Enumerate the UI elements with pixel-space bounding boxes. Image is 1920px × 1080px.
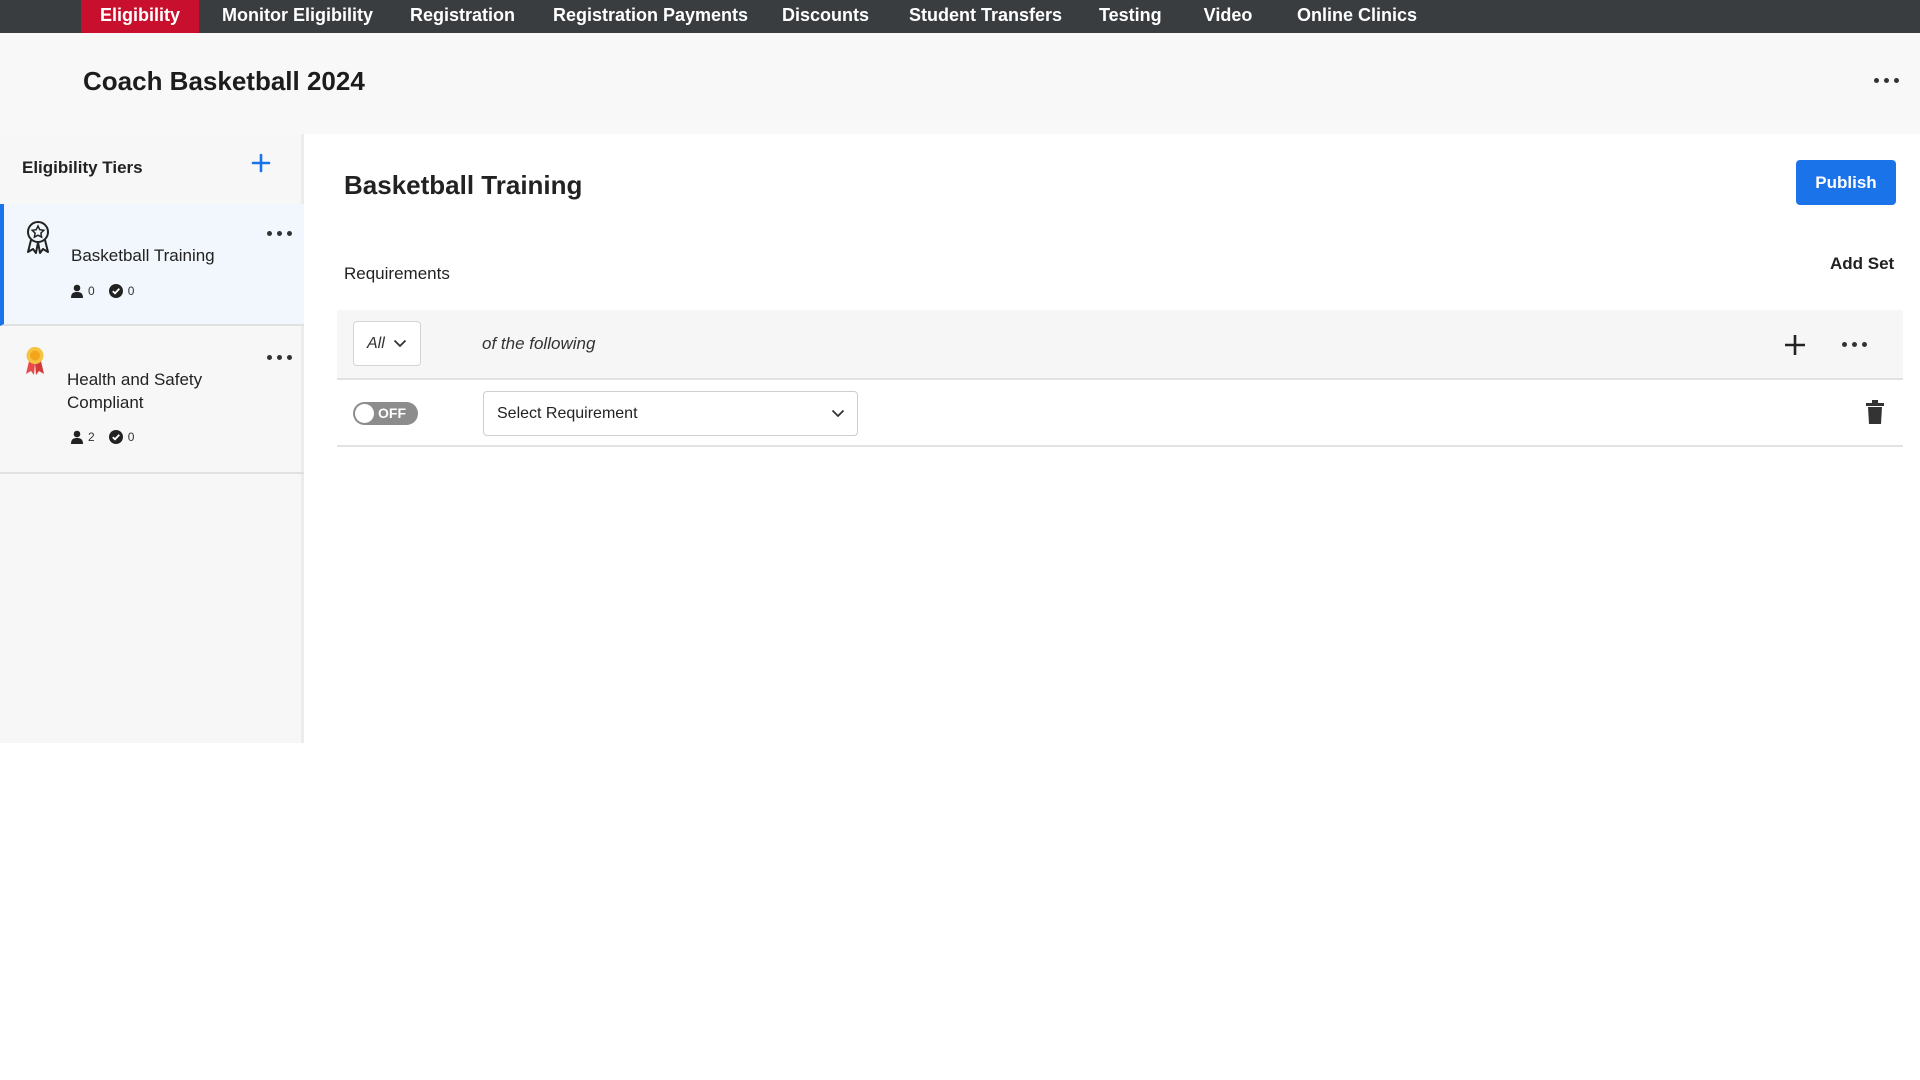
of-the-following-label: of the following: [482, 334, 596, 353]
set-more-options-icon[interactable]: [1842, 342, 1867, 347]
toggle-knob: [355, 404, 374, 423]
tab-student-transfers[interactable]: Student Transfers: [909, 0, 1062, 33]
member-count: 0: [88, 284, 95, 298]
tab-monitor-eligibility[interactable]: Monitor Eligibility: [222, 0, 373, 33]
header-more-options-icon[interactable]: [1874, 78, 1899, 83]
select-requirement-placeholder: Select Requirement: [497, 404, 638, 422]
page-title: Coach Basketball 2024: [83, 66, 365, 96]
tier-item-health-and-safety[interactable]: Health and Safety Compliant 2 0: [0, 326, 304, 474]
tab-video[interactable]: Video: [1203, 0, 1253, 33]
tier-stats: 0 0: [71, 284, 148, 298]
top-navigation: Eligibility Monitor Eligibility Registra…: [0, 0, 1920, 33]
chevron-down-icon: [831, 409, 845, 418]
check-circle-icon: [108, 284, 123, 298]
tab-registration-payments[interactable]: Registration Payments: [553, 0, 748, 33]
requirement-set-header: All of the following: [337, 310, 1903, 380]
tab-registration[interactable]: Registration: [410, 0, 515, 33]
tier-name: Basketball Training: [71, 246, 215, 265]
quantifier-value: All: [367, 334, 385, 352]
publish-button[interactable]: Publish: [1796, 160, 1896, 205]
check-circle-icon: [108, 430, 123, 444]
eligibility-tiers-sidebar: Eligibility Tiers Basketball Training 0 …: [0, 134, 304, 743]
requirement-toggle[interactable]: OFF: [353, 402, 418, 425]
requirement-row: OFF Select Requirement: [337, 380, 1903, 447]
tab-online-clinics[interactable]: Online Clinics: [1297, 0, 1417, 33]
set-quantifier-dropdown[interactable]: All: [353, 321, 421, 366]
tier-item-basketball-training[interactable]: Basketball Training 0 0: [0, 204, 304, 326]
user-icon: [71, 430, 83, 444]
tier-name: Health and Safety Compliant: [67, 370, 203, 412]
tier-detail-title: Basketball Training: [344, 170, 583, 200]
completed-count: 0: [127, 430, 135, 444]
chevron-down-icon: [393, 339, 406, 348]
award-ribbon-color-icon: [26, 347, 44, 375]
sidebar-title: Eligibility Tiers: [22, 158, 143, 177]
tier-more-options-icon[interactable]: [267, 355, 292, 360]
add-set-link[interactable]: Add Set: [1830, 254, 1894, 274]
tier-more-options-icon[interactable]: [267, 231, 292, 236]
tab-eligibility[interactable]: Eligibility: [81, 0, 199, 33]
page-header: Coach Basketball 2024: [0, 33, 1920, 134]
member-count: 2: [88, 430, 95, 444]
trash-icon[interactable]: [1865, 400, 1885, 424]
tier-stats: 2 0: [71, 430, 148, 444]
tab-discounts[interactable]: Discounts: [782, 0, 869, 33]
add-requirement-plus-icon[interactable]: [1783, 333, 1807, 357]
award-ribbon-outline-icon: [27, 221, 49, 254]
add-tier-plus-icon[interactable]: [250, 152, 272, 174]
requirements-label: Requirements: [344, 264, 450, 283]
completed-count: 0: [127, 284, 135, 298]
select-requirement-dropdown[interactable]: Select Requirement: [483, 391, 858, 436]
user-icon: [71, 284, 83, 298]
toggle-label: OFF: [378, 405, 406, 421]
tab-testing[interactable]: Testing: [1099, 0, 1162, 33]
